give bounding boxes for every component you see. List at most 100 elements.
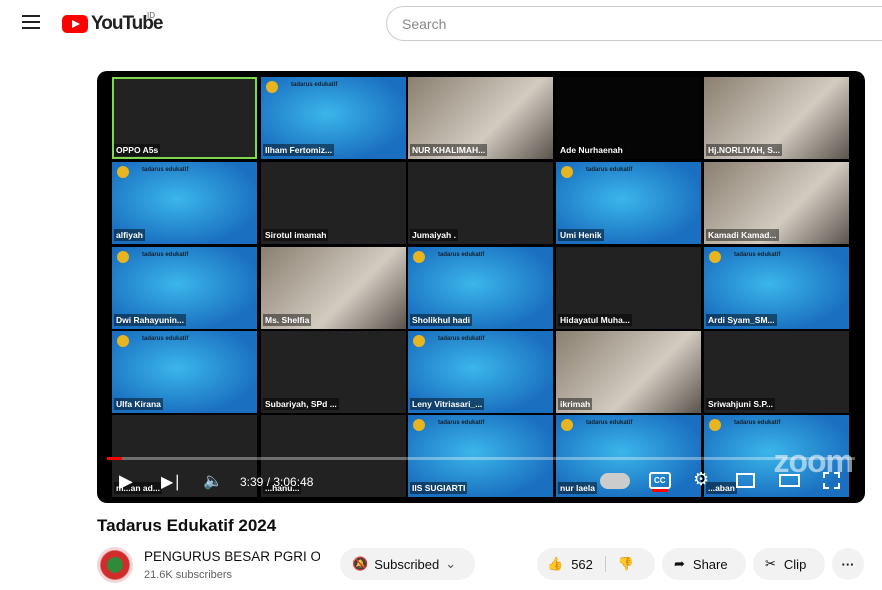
logo-badge-icon	[561, 419, 573, 431]
video-player[interactable]: OPPO A5s tadarus edukatif Ilham Fertomiz..…	[97, 71, 865, 503]
slide-title: tadarus edukatif	[142, 252, 189, 258]
participant-name: Subariyah, SPd ...	[263, 398, 339, 410]
fullscreen-button[interactable]	[823, 472, 840, 489]
participant-name: Jumaiyah .	[410, 229, 458, 241]
logo-badge-icon	[413, 335, 425, 347]
autoplay-toggle[interactable]	[600, 473, 630, 489]
participant-name: Sholikhul hadi	[410, 314, 473, 326]
participant-name: Hidayatul Muha...	[558, 314, 632, 326]
participant-name: Dwi Rahayunin...	[114, 314, 187, 326]
region-code: ID	[147, 11, 155, 20]
logo-badge-icon	[709, 419, 721, 431]
scissors-icon: ✂	[765, 556, 776, 571]
logo-badge-icon	[117, 166, 129, 178]
participant-name: Sirotul imamah	[263, 229, 329, 241]
logo-badge-icon	[709, 251, 721, 263]
logo-badge-icon	[117, 251, 129, 263]
next-button[interactable]: ▶∣	[161, 472, 181, 492]
participant-tile: NUR KHALIMAH...	[408, 77, 553, 159]
participant-tile: Ms. Shelfia	[261, 247, 406, 329]
participant-name: ikrimah	[558, 398, 593, 410]
participant-name: Hj.NORLIYAH, S...	[706, 144, 782, 156]
participant-name: Ade Nurhaenah	[558, 144, 625, 156]
slide-title: tadarus edukatif	[291, 82, 338, 88]
thumbs-up-icon: 👍	[547, 556, 564, 571]
subscribed-label: Subscribed	[374, 556, 440, 572]
clip-button[interactable]: ✂ Clip	[753, 548, 825, 580]
participant-name: ...aban	[706, 482, 737, 494]
participant-tile: Sriwahjuni S.P...	[704, 331, 849, 413]
participant-name: Ilham Fertomiz...	[263, 144, 335, 156]
play-button[interactable]: ▶	[119, 471, 133, 492]
search-input[interactable]: Search	[386, 6, 882, 41]
participant-tile: Ade Nurhaenah	[556, 77, 701, 159]
channel-name[interactable]: PENGURUS BESAR PGRI OFFICIAL	[144, 549, 320, 564]
video-title: Tadarus Edukatif 2024	[97, 516, 277, 535]
progress-bar[interactable]	[107, 457, 855, 460]
slide-title: tadarus edukatif	[734, 420, 781, 426]
miniplayer-button[interactable]	[736, 473, 755, 488]
slide-title: tadarus edukatif	[142, 336, 189, 342]
participant-tile: OPPO A5s	[112, 77, 257, 159]
participant-tile: Subariyah, SPd ...	[261, 331, 406, 413]
participant-name: alfiyah	[114, 229, 145, 241]
logo-badge-icon	[266, 81, 278, 93]
participant-tile: Sirotul imamah	[261, 162, 406, 244]
clip-label: Clip	[783, 556, 807, 572]
logo-badge-icon	[117, 335, 129, 347]
participant-tile: tadarus edukatif IIS SUGIARTI	[408, 415, 553, 497]
participant-name: Ulfa Kirana	[114, 398, 163, 410]
dislike-button[interactable]: 👎	[606, 556, 634, 572]
channel-avatar[interactable]	[97, 547, 133, 583]
like-dislike-group: 👍 562 👎	[537, 548, 655, 580]
thumbs-down-icon: 👎	[617, 556, 635, 571]
participant-tile: Hj.NORLIYAH, S...	[704, 77, 849, 159]
slide-title: tadarus edukatif	[438, 336, 485, 342]
time-display: 3:39 / 3:06:48	[240, 475, 314, 489]
participant-tile: tadarus edukatif Ardi Syam_SM...	[704, 247, 849, 329]
participant-tile: ikrimah	[556, 331, 701, 413]
participant-name: nur laela	[558, 482, 597, 494]
subscribed-button[interactable]: 🔕 Subscribed ⌄	[340, 548, 475, 580]
participant-tile: tadarus edukatif Sholikhul hadi	[408, 247, 553, 329]
participant-name: Umi Henik	[558, 229, 604, 241]
participant-name: Sriwahjuni S.P...	[706, 398, 776, 410]
participant-tile: tadarus edukatif Ulfa Kirana	[112, 331, 257, 413]
slide-title: tadarus edukatif	[734, 252, 781, 258]
logo-badge-icon	[561, 166, 573, 178]
logo-badge-icon	[413, 251, 425, 263]
participant-tile: tadarus edukatif Dwi Rahayunin...	[112, 247, 257, 329]
participant-tile: m...an ad...	[112, 415, 257, 497]
like-count: 562	[571, 556, 593, 572]
progress-fill	[107, 457, 122, 460]
participant-name: OPPO A5s	[114, 144, 161, 156]
slide-title: tadarus edukatif	[586, 167, 633, 173]
more-actions-button[interactable]: ···	[832, 548, 864, 580]
participant-tile: tadarus edukatif Leny Vitriasari_...	[408, 331, 553, 413]
captions-button[interactable]: CC	[649, 472, 671, 489]
participant-tile: tadarus edukatif Umi Henik	[556, 162, 701, 244]
subscriber-count: 21.6K subscribers	[144, 569, 233, 581]
bell-off-icon: 🔕	[352, 556, 369, 571]
menu-button[interactable]	[22, 15, 40, 29]
participant-name: IIS SUGIARTI	[410, 482, 468, 494]
participant-tile: Jumaiyah .	[408, 162, 553, 244]
slide-title: tadarus edukatif	[438, 252, 485, 258]
slide-title: tadarus edukatif	[142, 167, 189, 173]
participant-name: NUR KHALIMAH...	[410, 144, 488, 156]
share-icon: ➦	[674, 556, 685, 571]
participant-tile: Kamadi Kamad...	[704, 162, 849, 244]
participant-name: Leny Vitriasari_...	[410, 398, 485, 410]
chevron-down-icon: ⌄	[445, 556, 457, 571]
share-label: Share	[692, 556, 728, 572]
like-button[interactable]: 👍 562	[547, 556, 606, 572]
slide-title: tadarus edukatif	[586, 420, 633, 426]
share-button[interactable]: ➦ Share	[662, 548, 746, 580]
volume-button[interactable]: 🔈	[203, 471, 223, 491]
participant-tile: tadarus edukatif alfiyah	[112, 162, 257, 244]
theater-mode-button[interactable]	[779, 474, 800, 487]
slide-title: tadarus edukatif	[438, 420, 485, 426]
settings-gear-icon[interactable]: ⚙	[693, 469, 709, 490]
youtube-play-icon	[62, 15, 88, 33]
participant-tile: Hidayatul Muha...	[556, 247, 701, 329]
